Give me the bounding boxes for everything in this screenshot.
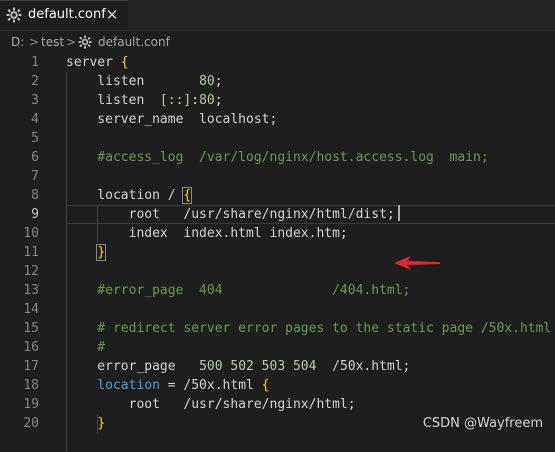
line-number: 20 — [23, 416, 39, 431]
line-number: 12 — [23, 264, 39, 279]
code-area[interactable]: server { listen 80; listen [::]:80; serv… — [66, 53, 555, 452]
editor-tab-bar: default.conf ✕ — [0, 0, 555, 31]
tab-label: default.conf — [28, 7, 106, 22]
code-token: 80 — [199, 93, 215, 108]
code-token: server_name localhost; — [66, 112, 278, 127]
code-line[interactable]: listen [::]:80; — [66, 91, 223, 110]
line-number: 4 — [31, 112, 39, 127]
code-token: { — [120, 55, 129, 70]
code-token: location — [66, 378, 160, 393]
code-token: index index.html index.htm; — [66, 226, 348, 241]
line-number: 8 — [31, 188, 39, 203]
line-number: 2 — [31, 74, 39, 89]
code-token: location / — [66, 188, 184, 203]
line-number: 5 — [31, 131, 39, 146]
code-line[interactable]: server_name localhost; — [66, 110, 277, 129]
breadcrumb-file[interactable]: default.conf — [98, 31, 170, 53]
code-line[interactable]: # redirect server error pages to the sta… — [66, 319, 551, 338]
code-token: ; — [214, 74, 223, 89]
code-line[interactable]: } — [66, 414, 105, 433]
code-token: # — [66, 340, 106, 355]
line-number: 7 — [31, 169, 39, 184]
line-number: 14 — [23, 302, 39, 317]
code-token: [::] — [159, 93, 192, 108]
code-token: = /50x.html — [159, 378, 262, 393]
code-line[interactable]: location / { — [66, 186, 193, 205]
code-token: { — [261, 378, 270, 393]
line-number: 11 — [23, 245, 39, 260]
line-number: 13 — [23, 283, 39, 298]
code-line[interactable]: server { — [66, 53, 129, 72]
code-token: 80 — [199, 74, 215, 89]
code-line[interactable]: # — [66, 338, 105, 357]
code-token: 500 502 503 504 — [199, 359, 317, 374]
gear-icon — [6, 7, 22, 23]
line-number: 16 — [23, 340, 39, 355]
close-icon[interactable]: ✕ — [104, 7, 120, 23]
code-token: root /usr/share/nginx/html; — [66, 397, 356, 412]
annotation-arrow-icon — [394, 256, 440, 270]
code-token: #error_page 404 /404.html; — [66, 283, 411, 298]
line-number: 6 — [31, 150, 39, 165]
code-line[interactable]: #error_page 404 /404.html; — [66, 281, 410, 300]
code-token: listen — [66, 93, 160, 108]
code-line[interactable]: } — [66, 243, 107, 262]
code-line[interactable]: root /usr/share/nginx/html/dist; — [66, 205, 400, 224]
code-token: root /usr/share/nginx/html/dist; — [66, 207, 395, 222]
line-number: 19 — [23, 397, 39, 412]
code-token: server — [66, 55, 121, 70]
code-token: listen — [66, 74, 200, 89]
line-number: 3 — [31, 93, 39, 108]
line-number-gutter: 1 2 3 4 5 6 7 8 9 10 11 12 13 14 15 16 17 18 19 20 — [0, 53, 50, 441]
line-number: 15 — [23, 321, 39, 336]
line-number: 18 — [23, 378, 39, 393]
text-cursor — [397, 205, 400, 221]
breadcrumb-separator: > — [29, 35, 40, 49]
code-token: #access_log /var/log/nginx/host.access.l… — [66, 150, 489, 165]
code-line[interactable]: listen 80; — [66, 72, 223, 91]
code-token: # redirect server error pages to the sta… — [66, 321, 552, 336]
breadcrumb-folder-test[interactable]: test — [41, 31, 64, 53]
gear-icon — [78, 35, 92, 49]
tab-default-conf[interactable]: default.conf ✕ — [0, 0, 128, 30]
code-editor[interactable]: 1 2 3 4 5 6 7 8 9 10 11 12 13 14 15 16 17 18 19 20 server {… — [0, 53, 555, 452]
code-line[interactable]: root /usr/share/nginx/html; — [66, 395, 356, 414]
line-number: 9 — [31, 207, 39, 222]
breadcrumb-drive[interactable]: D: — [11, 31, 24, 53]
code-token: error_page — [66, 359, 200, 374]
breadcrumb: D: > test > default.conf — [0, 31, 555, 53]
code-token: : — [191, 93, 200, 108]
breadcrumb-separator: > — [66, 35, 77, 49]
line-number: 17 — [23, 359, 39, 374]
code-line[interactable]: index index.html index.htm; — [66, 224, 348, 243]
code-token: } — [96, 244, 107, 261]
code-token: } — [97, 416, 106, 431]
code-token: ; — [214, 93, 223, 108]
code-line[interactable]: location = /50x.html { — [66, 376, 270, 395]
code-token: /50x.html; — [316, 359, 411, 374]
line-number: 10 — [23, 226, 39, 241]
watermark: CSDN @Wayfreem — [422, 416, 543, 431]
line-number: 1 — [31, 55, 39, 70]
code-line[interactable]: #access_log /var/log/nginx/host.access.l… — [66, 148, 489, 167]
code-line[interactable]: error_page 500 502 503 504 /50x.html; — [66, 357, 410, 376]
code-token: { — [182, 187, 193, 204]
